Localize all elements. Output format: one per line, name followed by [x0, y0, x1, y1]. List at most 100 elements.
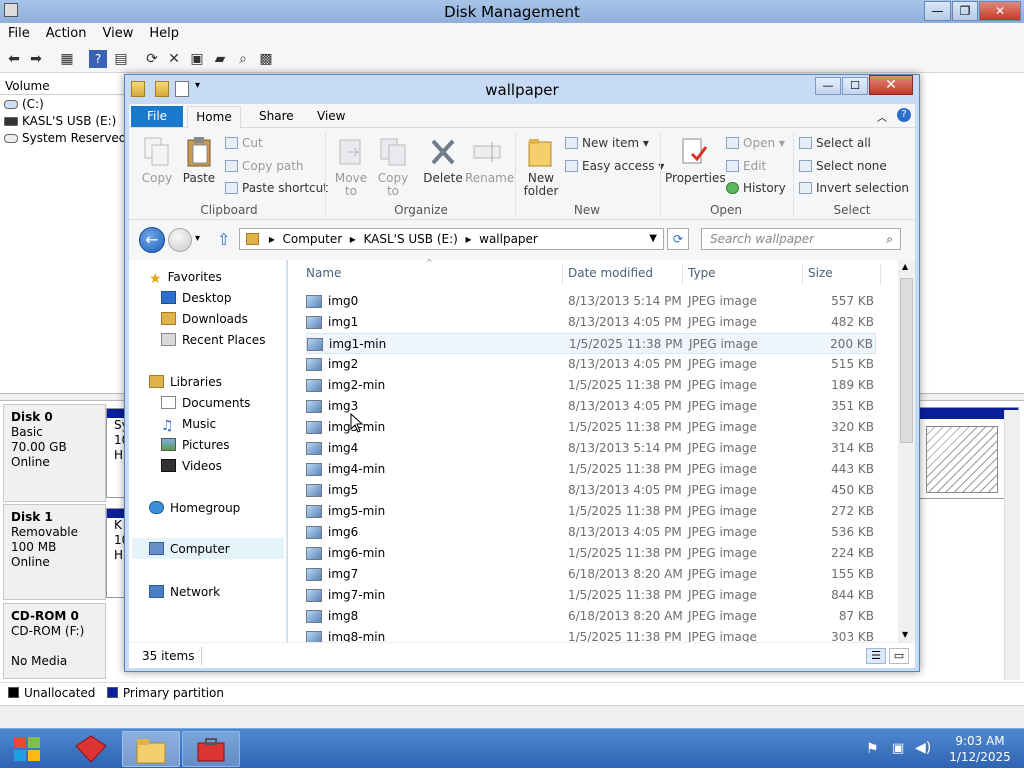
nav-videos[interactable]: Videos — [161, 459, 222, 473]
file-row[interactable]: img3 8/13/2013 4:05 PM JPEG image 351 KB — [306, 396, 876, 417]
column-divider[interactable] — [562, 263, 563, 285]
file-row[interactable]: img6 8/13/2013 4:05 PM JPEG image 536 KB — [306, 522, 876, 543]
properties-button[interactable]: Properties — [665, 136, 726, 185]
nav-desktop[interactable]: Desktop — [161, 291, 232, 305]
large-icons-view-icon[interactable]: ▭ — [889, 648, 909, 664]
dm-restore-button[interactable]: ❐ — [952, 1, 978, 21]
open-button[interactable]: Open ▾ — [726, 136, 785, 150]
breadcrumb-wallpaper[interactable]: wallpaper — [479, 232, 538, 246]
up-arrow-icon[interactable]: ⇧ — [217, 230, 230, 249]
nav-recent-places[interactable]: Recent Places — [161, 333, 265, 347]
file-row[interactable]: img1 8/13/2013 4:05 PM JPEG image 482 KB — [306, 312, 876, 333]
address-bar[interactable]: ▸ Computer ▸ KASL'S USB (E:) ▸ wallpaper… — [239, 228, 664, 250]
explorer-maximize-button[interactable]: ☐ — [842, 77, 868, 95]
nav-favorites[interactable]: ★ Favorites — [149, 270, 222, 287]
forward-button[interactable] — [168, 228, 192, 252]
action-center-flag-icon[interactable]: ⚑ — [866, 741, 879, 757]
breadcrumb-separator-icon[interactable]: ▸ — [465, 232, 471, 246]
nav-network[interactable]: Network — [149, 585, 220, 599]
file-row[interactable]: img7 6/18/2013 8:20 AM JPEG image 155 KB — [306, 564, 876, 585]
column-divider[interactable] — [880, 263, 881, 285]
new-folder-button[interactable]: New folder — [521, 136, 561, 198]
copy-path-button[interactable]: Copy path — [225, 159, 304, 173]
address-dropdown-icon[interactable]: ▼ — [649, 233, 657, 244]
forward-arrow-icon[interactable]: ➡ — [27, 50, 45, 68]
move-to-button[interactable]: Move to — [331, 136, 371, 198]
paste-shortcut-button[interactable]: Paste shortcut — [225, 181, 328, 195]
properties-icon[interactable]: ▣ — [188, 50, 206, 68]
disk1-partition[interactable]: K 10 H — [106, 508, 129, 598]
cut-button[interactable]: Cut — [225, 136, 263, 150]
file-row[interactable]: img4-min 1/5/2025 11:38 PM JPEG image 443 K… — [306, 459, 876, 480]
explorer-close-button[interactable]: ✕ — [869, 75, 913, 95]
disk0-partition[interactable]: Sy 10 H — [106, 408, 129, 498]
help-icon[interactable]: ? — [89, 50, 107, 68]
file-row[interactable]: img2 8/13/2013 4:05 PM JPEG image 515 KB — [306, 354, 876, 375]
nav-documents[interactable]: Documents — [161, 396, 250, 410]
select-none-button[interactable]: Select none — [799, 159, 887, 173]
volume-column-header[interactable]: Volume — [0, 77, 124, 95]
tab-home[interactable]: Home — [187, 106, 241, 129]
column-divider[interactable] — [682, 263, 683, 285]
nav-libraries[interactable]: Libraries — [149, 375, 222, 389]
column-header-type[interactable]: Type — [688, 266, 716, 280]
history-button[interactable]: History — [726, 181, 786, 195]
edit-button[interactable]: Edit — [726, 159, 766, 173]
file-row[interactable]: img5-min 1/5/2025 11:38 PM JPEG image 272 K… — [306, 501, 876, 522]
nav-pictures[interactable]: Pictures — [161, 438, 230, 452]
menu-file[interactable]: File — [0, 23, 38, 44]
menu-action[interactable]: Action — [38, 23, 95, 44]
file-row[interactable]: img0 8/13/2013 5:14 PM JPEG image 557 KB — [306, 291, 876, 312]
file-list-scrollbar[interactable]: ▲ ▼ — [898, 260, 915, 642]
menu-view[interactable]: View — [94, 23, 141, 44]
system-clock[interactable]: 9:03 AM 1/12/2025 — [940, 733, 1020, 765]
dm-close-button[interactable]: ✕ — [979, 1, 1021, 21]
scroll-down-arrow-icon[interactable]: ▼ — [902, 630, 908, 639]
copy-to-button[interactable]: Copy to — [373, 136, 413, 198]
delete-x-icon[interactable]: ✕ — [165, 50, 183, 68]
back-button[interactable]: ← — [139, 227, 165, 253]
disk1-panel[interactable]: Disk 1 Removable 100 MB Online — [3, 504, 106, 600]
explorer-minimize-button[interactable]: — — [815, 77, 841, 95]
invert-selection-button[interactable]: Invert selection — [799, 181, 909, 195]
delete-button[interactable]: Delete — [423, 136, 463, 185]
column-divider[interactable] — [802, 263, 803, 285]
disk0-panel[interactable]: Disk 0 Basic 70.00 GB Online — [3, 404, 106, 502]
console-tree-icon[interactable]: ▦ — [58, 50, 76, 68]
tab-file[interactable]: File — [131, 106, 183, 127]
column-header-date[interactable]: Date modified — [568, 266, 653, 280]
refresh-icon[interactable]: ⟳ — [143, 50, 161, 68]
copy-button[interactable]: Copy — [137, 136, 177, 185]
details-view-icon[interactable]: ☰ — [866, 648, 886, 664]
search-icon[interactable]: ⌕ — [886, 232, 893, 247]
breadcrumb-usb[interactable]: KASL'S USB (E:) — [363, 232, 457, 246]
nav-homegroup[interactable]: Homegroup — [149, 501, 240, 515]
nav-computer[interactable]: Computer — [132, 538, 284, 559]
search-disk-icon[interactable]: ⌕ — [234, 50, 252, 68]
volume-row[interactable]: System Reserved — [4, 131, 126, 145]
recent-locations-chevron-icon[interactable]: ▾ — [195, 233, 200, 244]
file-row[interactable]: img6-min 1/5/2025 11:38 PM JPEG image 224 K… — [306, 543, 876, 564]
taskbar-file-explorer[interactable] — [122, 731, 180, 767]
volume-row[interactable]: (C:) — [4, 97, 44, 111]
tab-share[interactable]: Share — [259, 107, 294, 125]
breadcrumb-separator-icon[interactable]: ▸ — [350, 232, 356, 246]
back-arrow-icon[interactable]: ⬅ — [5, 50, 23, 68]
file-row[interactable]: img3-min1/5/2025 11:38 PMJPEG image320 K… — [306, 417, 876, 438]
tab-view[interactable]: View — [317, 107, 345, 125]
easy-access-button[interactable]: Easy access ▾ — [565, 159, 664, 173]
paste-button[interactable]: Paste — [179, 136, 219, 185]
volume-row[interactable]: KASL'S USB (E:) — [4, 114, 116, 128]
new-item-button[interactable]: New item ▾ — [565, 136, 649, 150]
cdrom-panel[interactable]: CD-ROM 0 CD-ROM (F:) No Media — [3, 603, 106, 679]
list-view-icon[interactable]: ▤ — [112, 50, 130, 68]
menu-help[interactable]: Help — [141, 23, 187, 44]
nav-downloads[interactable]: Downloads — [161, 312, 248, 326]
dm-vertical-scrollbar[interactable] — [1004, 410, 1020, 680]
column-header-size[interactable]: Size — [808, 266, 833, 280]
search-input[interactable]: Search wallpaper ⌕ — [701, 228, 901, 250]
file-row[interactable]: img2-min 1/5/2025 11:38 PM JPEG image 189 K… — [306, 375, 876, 396]
scroll-up-arrow-icon[interactable]: ▲ — [902, 262, 908, 271]
help-icon[interactable]: ? — [897, 108, 911, 122]
select-all-button[interactable]: Select all — [799, 136, 871, 150]
